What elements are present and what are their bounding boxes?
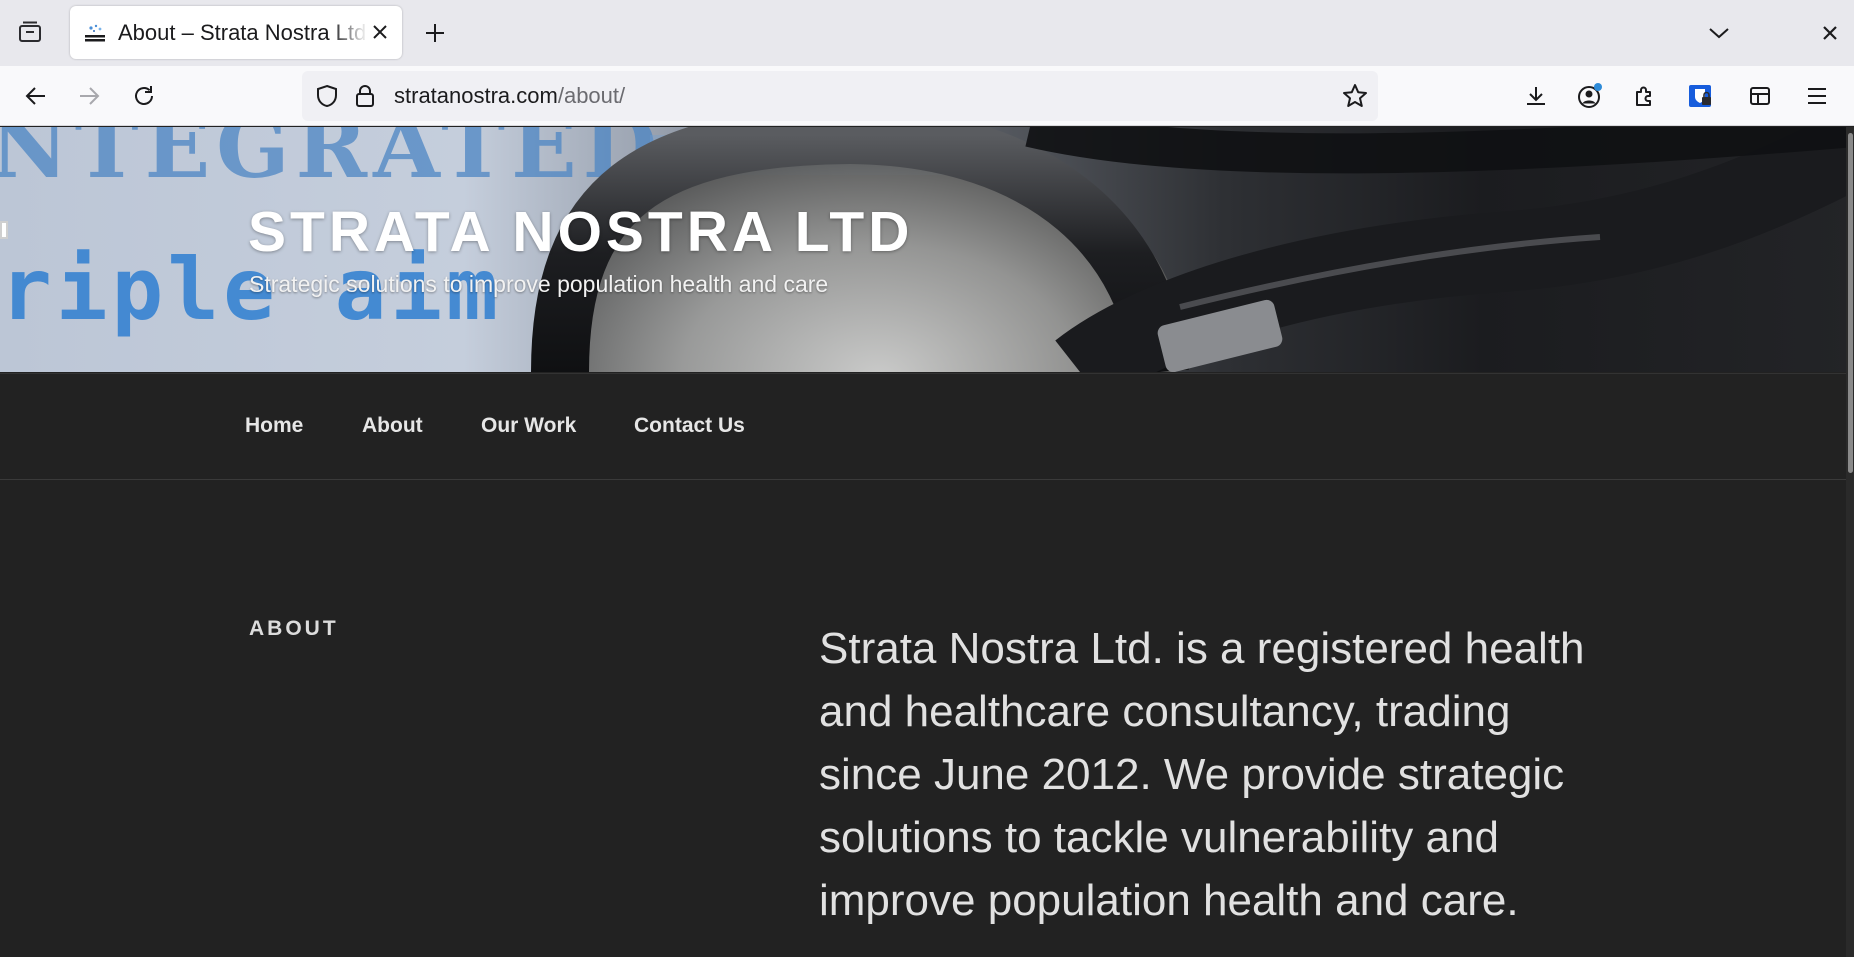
active-tab[interactable]: About – Strata Nostra Ltd bbox=[70, 6, 402, 59]
tab-close-button[interactable] bbox=[368, 20, 392, 44]
url-host: stratanostra.com bbox=[394, 83, 558, 108]
reload-icon bbox=[135, 86, 153, 105]
close-icon bbox=[1823, 26, 1837, 40]
primary-menu: Home About Our Work Contact Us bbox=[0, 373, 1854, 480]
bitwarden-extension-button[interactable] bbox=[1680, 76, 1720, 116]
sidebar-button[interactable] bbox=[1740, 76, 1780, 116]
left-resize-handle[interactable] bbox=[0, 221, 8, 239]
forward-button[interactable] bbox=[69, 76, 109, 116]
tab-list-button[interactable] bbox=[10, 16, 50, 52]
account-icon bbox=[1578, 83, 1602, 108]
menu-item-our-work[interactable]: Our Work bbox=[481, 414, 576, 438]
window-close-button[interactable] bbox=[1814, 16, 1846, 50]
header-image: NTEGRATED riple aim Strata Nostra Ltd St… bbox=[0, 127, 1854, 372]
shield-icon bbox=[317, 84, 337, 108]
menu-item-contact-us[interactable]: Contact Us bbox=[634, 414, 745, 438]
forward-arrow-icon bbox=[80, 87, 100, 105]
plus-icon bbox=[426, 24, 444, 42]
reload-button[interactable] bbox=[124, 76, 164, 116]
download-icon bbox=[1527, 87, 1545, 105]
menu-item-home[interactable]: Home bbox=[245, 414, 303, 438]
lock-icon bbox=[356, 85, 374, 107]
app-menu-button[interactable] bbox=[1797, 76, 1837, 116]
web-page: NTEGRATED riple aim Strata Nostra Ltd St… bbox=[0, 127, 1854, 957]
bitwarden-icon bbox=[1689, 85, 1711, 107]
tab-list-icon bbox=[17, 19, 43, 50]
back-button[interactable] bbox=[16, 76, 56, 116]
puzzle-icon bbox=[1636, 86, 1651, 106]
tab-strip: About – Strata Nostra Ltd bbox=[0, 0, 1854, 66]
sidebar-icon bbox=[1750, 87, 1770, 105]
hamburger-icon bbox=[1808, 88, 1826, 104]
background-text-integrated: NTEGRATED bbox=[0, 127, 663, 198]
about-body-text: Strata Nostra Ltd. is a registered healt… bbox=[819, 624, 1585, 925]
page-scrollbar[interactable] bbox=[1846, 127, 1854, 957]
page-title: About bbox=[249, 617, 339, 640]
star-icon bbox=[1343, 84, 1367, 107]
url-path: /about/ bbox=[557, 83, 626, 108]
chevron-down-icon bbox=[1709, 28, 1729, 39]
extensions-button[interactable] bbox=[1624, 76, 1664, 116]
downloads-button[interactable] bbox=[1516, 76, 1556, 116]
tab-title: About – Strata Nostra Ltd bbox=[118, 19, 367, 45]
site-title[interactable]: Strata Nostra Ltd bbox=[248, 199, 913, 265]
site-favicon-icon bbox=[82, 20, 108, 46]
tracking-protection-icon[interactable] bbox=[314, 83, 340, 109]
list-all-tabs-button[interactable] bbox=[1702, 16, 1736, 50]
site-info-button[interactable] bbox=[352, 83, 378, 109]
address-bar[interactable]: stratanostra.com/about/ bbox=[302, 71, 1378, 121]
back-arrow-icon bbox=[25, 87, 45, 105]
bookmark-button[interactable] bbox=[1342, 83, 1368, 109]
close-icon bbox=[373, 25, 387, 39]
url-text[interactable]: stratanostra.com/about/ bbox=[394, 83, 625, 109]
account-button[interactable] bbox=[1570, 76, 1610, 116]
navigation-toolbar: stratanostra.com/about/ bbox=[0, 66, 1854, 126]
scrollbar-thumb[interactable] bbox=[1848, 133, 1853, 473]
site-tagline: Strategic solutions to improve populatio… bbox=[249, 271, 829, 297]
new-tab-button[interactable] bbox=[418, 16, 452, 50]
menu-item-about[interactable]: About bbox=[362, 414, 423, 438]
